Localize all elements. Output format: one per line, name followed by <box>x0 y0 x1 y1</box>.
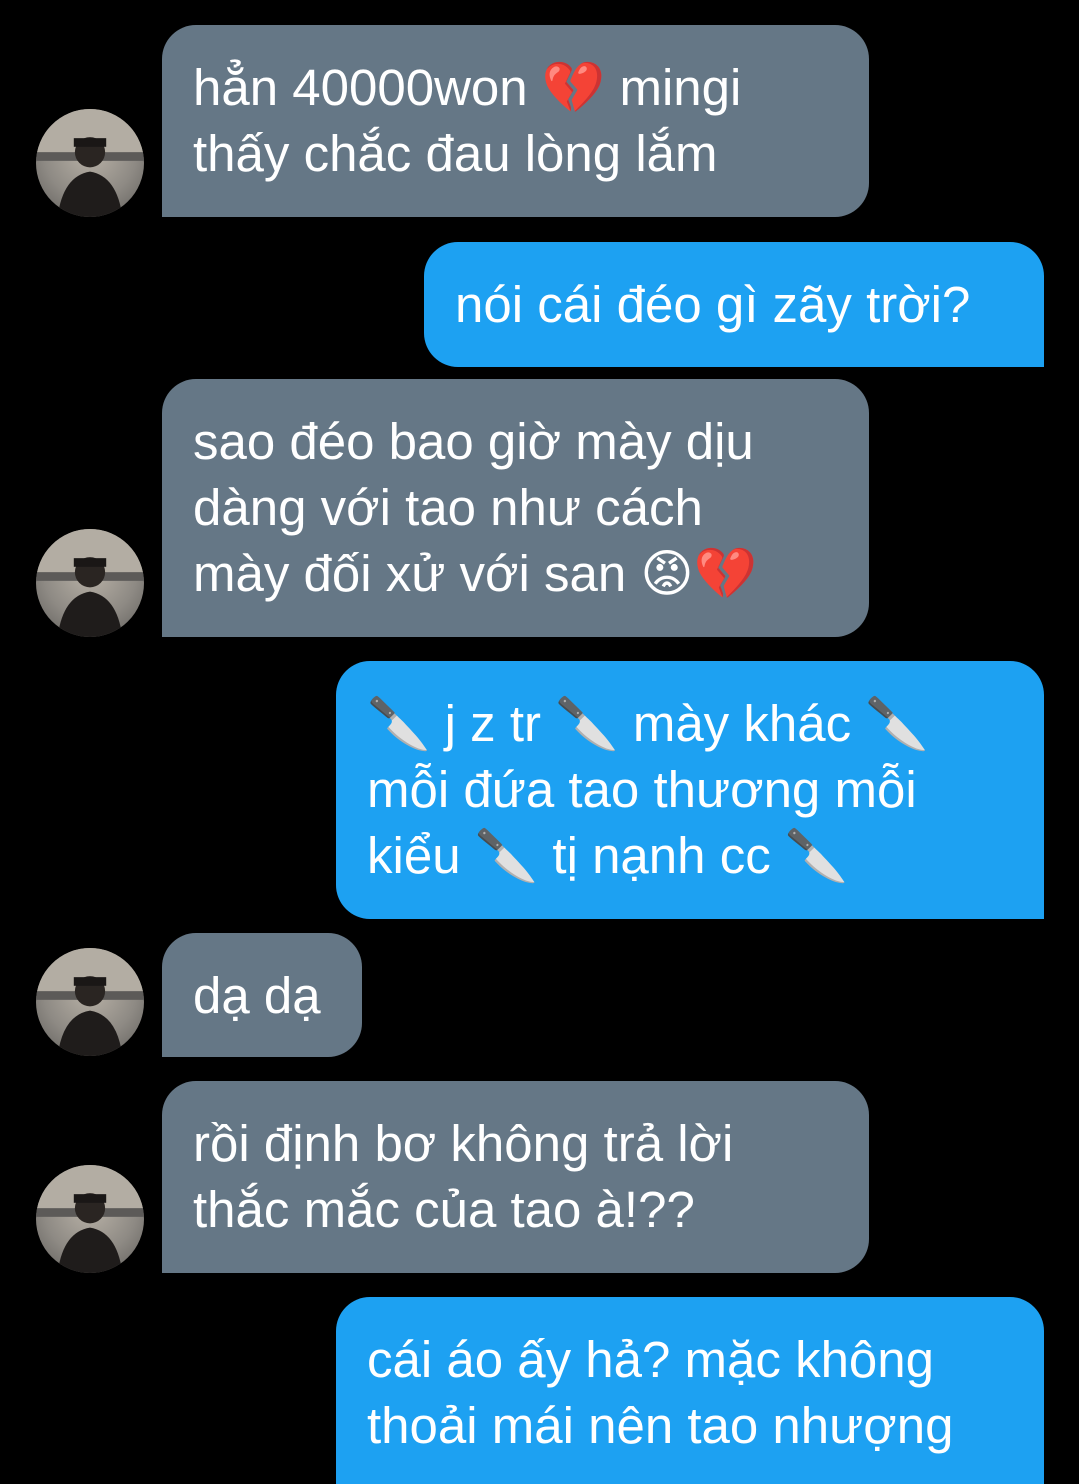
avatar-photo-icon <box>36 529 144 637</box>
message-bubble-incoming[interactable]: sao đéo bao giờ mày dịu dàng với tao như… <box>162 379 869 637</box>
message-bubble-incoming[interactable]: dạ dạ <box>162 933 362 1057</box>
message-bubble-outgoing[interactable]: cái áo ấy hả? mặc không thoải mái nên ta… <box>336 1297 1044 1484</box>
avatar-photo-icon <box>36 948 144 1056</box>
avatar[interactable] <box>36 529 144 637</box>
avatar-photo-icon <box>36 1165 144 1273</box>
avatar[interactable] <box>36 1165 144 1273</box>
message-bubble-incoming[interactable]: rồi định bơ không trả lời thắc mắc của t… <box>162 1081 869 1273</box>
message-bubble-incoming[interactable]: hẳn 40000won 💔 mingi thấy chắc đau lòng … <box>162 25 869 217</box>
message-bubble-outgoing[interactable]: nói cái đéo gì zãy trời? <box>424 242 1044 367</box>
avatar[interactable] <box>36 948 144 1056</box>
message-bubble-outgoing[interactable]: 🔪 j z tr 🔪 mày khác 🔪 mỗi đứa tao thương… <box>336 661 1044 919</box>
avatar[interactable] <box>36 109 144 217</box>
avatar-photo-icon <box>36 109 144 217</box>
